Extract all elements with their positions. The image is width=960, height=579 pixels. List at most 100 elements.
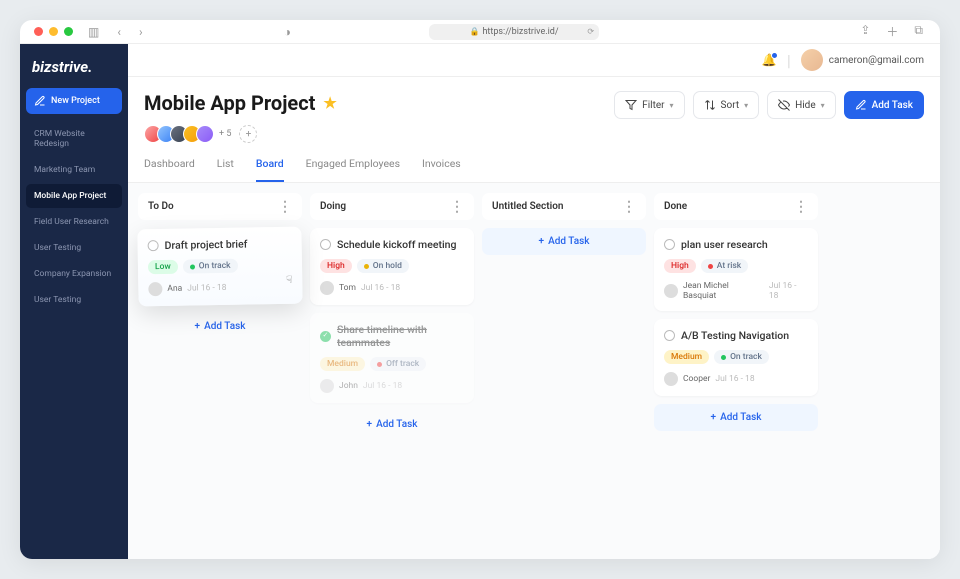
eye-off-icon xyxy=(778,99,790,111)
member-avatar[interactable] xyxy=(196,125,214,143)
assignee-name: John xyxy=(339,381,358,391)
member-list: + 5 + xyxy=(144,125,337,143)
board: To Do⋮Draft project briefLowOn trackAnaJ… xyxy=(128,183,940,559)
add-task-button[interactable]: + Add Task xyxy=(310,411,474,438)
user-email: cameron@gmail.com xyxy=(829,55,924,66)
main: 🔔 | cameron@gmail.com Mobile App Project… xyxy=(128,44,940,559)
priority-badge: Medium xyxy=(320,357,365,371)
sidebar-item[interactable]: User Testing xyxy=(26,288,122,312)
url-bar[interactable]: 🔒 https://bizstrive.id/ ⟳ xyxy=(429,24,599,40)
user-avatar xyxy=(801,49,823,71)
sidebar-item[interactable]: Mobile App Project xyxy=(26,184,122,208)
sidebar-item[interactable]: Field User Research xyxy=(26,210,122,234)
back-icon[interactable]: ‹ xyxy=(114,25,124,39)
member-overflow[interactable]: + 5 xyxy=(219,129,231,139)
close-window-icon[interactable] xyxy=(34,27,43,36)
status-badge: On track xyxy=(714,350,769,364)
board-column: Done⋮plan user researchHighAt riskJean M… xyxy=(654,193,818,549)
task-card[interactable]: plan user researchHighAt riskJean Michel… xyxy=(654,228,818,311)
task-date: Jul 16 - 18 xyxy=(187,283,226,294)
tab[interactable]: Dashboard xyxy=(144,157,195,182)
column-title: Doing xyxy=(320,201,346,212)
new-project-button[interactable]: New Project xyxy=(26,88,122,114)
assignee-avatar xyxy=(320,379,334,393)
sidebar-item[interactable]: CRM Website Redesign xyxy=(26,122,122,156)
task-date: Jul 16 - 18 xyxy=(715,374,754,384)
task-check-icon[interactable] xyxy=(148,240,159,251)
task-title: Share timeline with teammates xyxy=(337,323,464,349)
cursor-icon: ☟ xyxy=(286,275,292,286)
app-body: bizstrive. New Project CRM Website Redes… xyxy=(20,44,940,559)
sort-button[interactable]: Sort▾ xyxy=(693,91,760,119)
column-title: Untitled Section xyxy=(492,201,563,212)
refresh-icon[interactable]: ⟳ xyxy=(587,27,594,36)
assignee-avatar xyxy=(664,372,678,386)
task-card[interactable]: Share timeline with teammatesMediumOff t… xyxy=(310,313,474,403)
add-member-button[interactable]: + xyxy=(239,125,257,143)
task-card[interactable]: Schedule kickoff meetingHighOn holdTomJu… xyxy=(310,228,474,305)
status-badge: On hold xyxy=(357,259,409,273)
star-icon[interactable]: ★ xyxy=(323,94,336,112)
share-icon[interactable]: ⇪ xyxy=(857,23,873,40)
plus-icon: + xyxy=(195,321,201,332)
task-check-icon[interactable] xyxy=(664,239,675,250)
notification-icon[interactable]: 🔔 xyxy=(762,53,777,67)
assignee-avatar xyxy=(148,282,162,296)
filter-icon xyxy=(625,99,637,111)
hide-button[interactable]: Hide▾ xyxy=(767,91,836,119)
forward-icon[interactable]: › xyxy=(136,25,146,39)
chevron-down-icon: ▾ xyxy=(821,101,825,110)
new-project-label: New Project xyxy=(51,96,100,106)
nav-list: CRM Website RedesignMarketing TeamMobile… xyxy=(26,122,122,314)
board-column: Untitled Section⋮+ Add Task xyxy=(482,193,646,549)
add-task-button[interactable]: + Add Task xyxy=(138,313,302,340)
logo: bizstrive. xyxy=(26,58,122,88)
sidebar-item[interactable]: User Testing xyxy=(26,236,122,260)
minimize-window-icon[interactable] xyxy=(49,27,58,36)
board-column: To Do⋮Draft project briefLowOn trackAnaJ… xyxy=(138,193,302,549)
task-title: plan user research xyxy=(681,238,768,251)
plus-icon: + xyxy=(539,236,545,247)
assignee-name: Tom xyxy=(339,283,356,293)
assignee-avatar xyxy=(664,284,678,298)
status-badge: On track xyxy=(183,259,238,274)
task-card[interactable]: A/B Testing NavigationMediumOn trackCoop… xyxy=(654,319,818,396)
user-menu[interactable]: cameron@gmail.com xyxy=(801,49,924,71)
sidebar-item[interactable]: Company Expansion xyxy=(26,262,122,286)
edit-icon xyxy=(34,95,46,107)
plus-icon: + xyxy=(367,419,373,430)
browser-chrome: ▥ ‹ › ◑ 🔒 https://bizstrive.id/ ⟳ ⇪ ＋ ⧉ xyxy=(20,20,940,44)
tab[interactable]: List xyxy=(217,157,234,182)
add-task-button[interactable]: Add Task xyxy=(844,91,924,119)
tab[interactable]: Board xyxy=(256,157,284,182)
task-card[interactable]: Draft project briefLowOn trackAnaJul 16 … xyxy=(137,227,302,307)
task-title: A/B Testing Navigation xyxy=(681,329,789,342)
task-title: Schedule kickoff meeting xyxy=(337,238,456,251)
project-title: Mobile App Project ★ xyxy=(144,91,337,115)
add-task-button[interactable]: + Add Task xyxy=(654,404,818,431)
header-actions: Filter▾ Sort▾ Hide▾ Add Task xyxy=(614,91,924,119)
plus-icon: + xyxy=(711,412,717,423)
chevron-down-icon: ▾ xyxy=(670,101,674,110)
tabs-icon[interactable]: ⧉ xyxy=(911,23,926,40)
maximize-window-icon[interactable] xyxy=(64,27,73,36)
lock-icon: 🔒 xyxy=(470,27,480,36)
project-header: Mobile App Project ★ + 5 + xyxy=(128,77,940,143)
task-title: Draft project brief xyxy=(165,238,248,252)
sidebar-toggle-icon[interactable]: ▥ xyxy=(85,25,102,39)
new-tab-icon[interactable]: ＋ xyxy=(883,23,901,40)
assignee-name: Ana xyxy=(167,284,182,294)
task-check-icon[interactable] xyxy=(320,239,331,250)
filter-button[interactable]: Filter▾ xyxy=(614,91,684,119)
window-controls[interactable] xyxy=(34,27,73,36)
add-task-button[interactable]: + Add Task xyxy=(482,228,646,255)
sidebar-item[interactable]: Marketing Team xyxy=(26,158,122,182)
column-title: Done xyxy=(664,201,687,212)
tab[interactable]: Engaged Employees xyxy=(306,157,400,182)
tabs: Dashboard List Board Engaged Employees Invoi… xyxy=(128,143,940,183)
task-check-icon[interactable] xyxy=(320,331,331,342)
shield-icon[interactable]: ◑ xyxy=(281,25,294,39)
tab[interactable]: Invoices xyxy=(422,157,461,182)
sort-icon xyxy=(704,99,716,111)
task-check-icon[interactable] xyxy=(664,330,675,341)
